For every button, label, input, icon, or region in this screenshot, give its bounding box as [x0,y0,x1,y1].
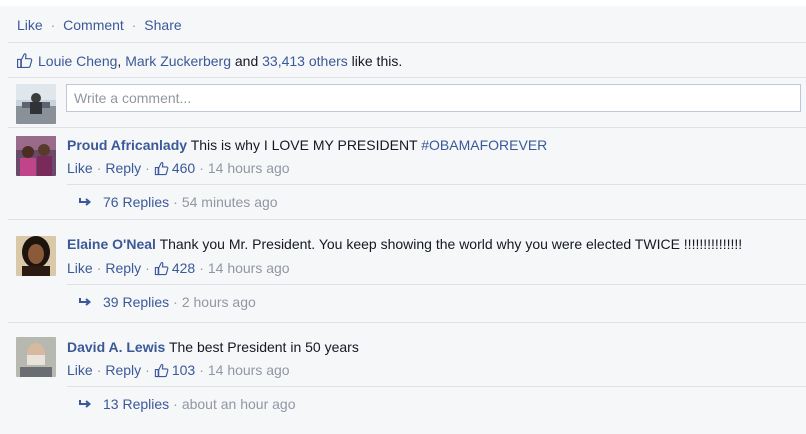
comment-meta: Like · Reply · 428 · 14 hours ago [67,260,290,276]
comment-like-link[interactable]: Like [67,260,93,276]
view-replies-link[interactable]: 39 Replies [103,294,169,310]
commenter-avatar-image [16,337,56,377]
separator: · [96,260,102,276]
divider [67,386,806,387]
separator: · [145,160,150,176]
comment-timestamp[interactable]: 14 hours ago [208,362,290,378]
like-link[interactable]: Like [17,17,43,33]
reply-arrow-icon [79,298,92,306]
separator: · [173,194,178,210]
replies-timestamp: 54 minutes ago [181,194,278,210]
separator: · [50,17,56,33]
comment-item: Proud Africanlady This is why I LOVE MY … [0,128,806,218]
avatar[interactable] [16,337,56,377]
hashtag-link[interactable]: #OBAMAFOREVER [421,137,547,153]
comment-text: Thank you Mr. President. You keep showin… [159,236,743,252]
divider [67,284,806,285]
commenter-avatar-image [16,136,56,176]
separator: · [199,260,204,276]
reply-arrow-icon [79,198,92,206]
comment-timestamp[interactable]: 14 hours ago [208,260,290,276]
reply-arrow-icon [79,400,92,408]
comment-like-count[interactable]: 103 [154,362,195,378]
and-text: and [234,52,259,69]
comment-reply-link[interactable]: Reply [105,362,141,378]
separator: · [173,396,178,412]
replies-row: 13 Replies · about an hour ago [79,396,295,412]
replies-timestamp: 2 hours ago [181,294,256,310]
like-count-value: 428 [171,260,196,276]
share-link[interactable]: Share [144,17,181,33]
comment-author[interactable]: Proud Africanlady [67,137,187,153]
comment-reply-link[interactable]: Reply [105,160,141,176]
thumbs-up-icon [154,261,169,275]
like-this-text: like this. [351,52,403,69]
replies-row: 39 Replies · 2 hours ago [79,294,256,310]
avatar[interactable] [16,84,56,124]
comments-panel: Like · Comment · Share Louie Cheng, Mark… [0,0,806,434]
separator: · [199,160,204,176]
view-replies-link[interactable]: 13 Replies [103,396,169,412]
separator: · [131,17,137,33]
separator: · [199,362,204,378]
avatar[interactable] [16,136,56,176]
comment-link[interactable]: Comment [63,17,124,33]
comment-meta: Like · Reply · 460 · 14 hours ago [67,160,290,176]
thumbs-up-icon [154,363,169,377]
liker-name-2[interactable]: Mark Zuckerberg [125,53,231,69]
divider [8,322,806,323]
divider [8,42,806,43]
top-strip [0,0,806,6]
separator: · [173,294,178,310]
post-actions: Like · Comment · Share [17,17,182,33]
separator: · [96,362,102,378]
comment-item: David A. Lewis The best President in 50 … [0,329,806,429]
comment-text: The best President in 50 years [168,339,359,355]
divider [8,77,806,78]
view-replies-link[interactable]: 76 Replies [103,194,169,210]
likes-summary: Louie Cheng, Mark Zuckerberg and 33,413 … [16,52,402,69]
comment-like-count[interactable]: 460 [154,160,195,176]
like-count-value: 460 [171,160,196,176]
comment-body: David A. Lewis The best President in 50 … [67,339,359,355]
replies-timestamp: about an hour ago [181,396,296,412]
comment-like-link[interactable]: Like [67,362,93,378]
comment-input[interactable] [66,84,801,112]
current-user-avatar-image [16,84,56,124]
comment-meta: Like · Reply · 103 · 14 hours ago [67,362,290,378]
separator: · [96,160,102,176]
commenter-avatar-image [16,236,56,276]
thumbs-up-icon [154,161,169,175]
comment-timestamp[interactable]: 14 hours ago [208,160,290,176]
comment-author[interactable]: Elaine O'Neal [67,236,156,252]
comment-author[interactable]: David A. Lewis [67,339,165,355]
comma: , [117,52,122,69]
comment-item: Elaine O'Neal Thank you Mr. President. Y… [0,227,806,317]
thumbs-up-icon [17,53,33,68]
comment-like-count[interactable]: 428 [154,260,195,276]
comment-reply-link[interactable]: Reply [105,260,141,276]
comment-like-link[interactable]: Like [67,160,93,176]
divider [67,184,806,185]
avatar[interactable] [16,236,56,276]
others-link[interactable]: 33,413 others [262,53,348,69]
comment-body: Elaine O'Neal Thank you Mr. President. Y… [67,236,742,252]
liker-name-1[interactable]: Louie Cheng [38,53,117,69]
divider [8,219,806,220]
comment-text: This is why I LOVE MY PRESIDENT [190,137,418,153]
separator: · [145,362,150,378]
replies-row: 76 Replies · 54 minutes ago [79,194,278,210]
separator: · [145,260,150,276]
like-count-value: 103 [171,362,196,378]
comment-body: Proud Africanlady This is why I LOVE MY … [67,137,547,153]
